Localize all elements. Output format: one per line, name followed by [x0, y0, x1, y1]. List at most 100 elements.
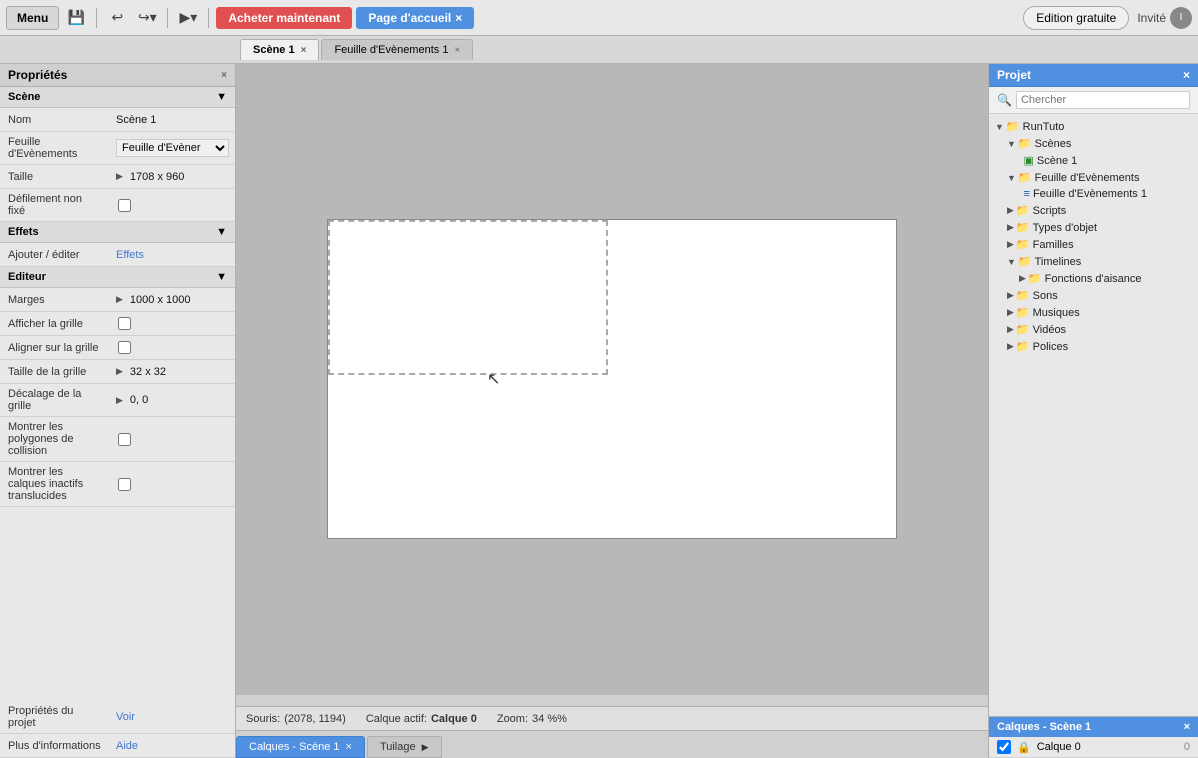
- souris-label: Souris:: [246, 713, 280, 725]
- prop-more-info-link[interactable]: Aide: [116, 740, 138, 752]
- tree-item-types[interactable]: ▶ 📁 Types d'objet: [989, 219, 1198, 236]
- tree-item-runtuto[interactable]: ▼ 📁 RunTuto: [989, 118, 1198, 135]
- prop-taille-value[interactable]: ▶ 1708 x 960: [110, 167, 235, 187]
- acheter-button[interactable]: Acheter maintenant: [216, 7, 352, 29]
- calques-checkbox-0[interactable]: [997, 740, 1011, 754]
- folder-icon-feuille: 📁: [1018, 171, 1032, 184]
- prop-calques-inactifs-checkbox[interactable]: [118, 478, 131, 491]
- prop-taille-arrow: ▶: [116, 171, 123, 182]
- prop-feuille-value[interactable]: Feuille d'Evèner: [110, 135, 235, 161]
- separator-3: [208, 8, 209, 28]
- menu-button[interactable]: Menu: [6, 6, 59, 30]
- tree-item-scripts[interactable]: ▶ 📁 Scripts: [989, 202, 1198, 219]
- search-bar: 🔍: [989, 87, 1198, 114]
- redo-dropdown-button[interactable]: ↪▾: [134, 5, 160, 31]
- project-panel: Projet × 🔍 ▼ 📁 RunTuto ▼ 📁 Scènes: [988, 64, 1198, 758]
- bottom-tab-tuilage-label: Tuilage: [380, 741, 416, 753]
- tree-arrow-fonctions: ▶: [1019, 273, 1026, 284]
- horizontal-scrollbar[interactable]: [236, 694, 988, 706]
- prop-marges-value[interactable]: ▶ 1000 x 1000: [110, 290, 235, 310]
- prop-defilement-checkbox[interactable]: [118, 199, 131, 212]
- bottom-tab-tuilage-close[interactable]: ▶: [422, 742, 429, 753]
- tree-arrow-feuille1: [1019, 189, 1022, 199]
- accueil-close-icon[interactable]: ×: [455, 11, 462, 25]
- folder-icon-timelines: 📁: [1018, 255, 1032, 268]
- prop-decalage-grille-label: Décalage de la grille: [0, 384, 110, 416]
- tree-item-scenes[interactable]: ▼ 📁 Scènes: [989, 135, 1198, 152]
- file-icon-scene1: ▣: [1024, 154, 1034, 167]
- prop-defilement: Défilement non fixé: [0, 189, 235, 222]
- properties-close-icon[interactable]: ×: [221, 70, 227, 81]
- prop-afficher-grille-checkbox[interactable]: [118, 317, 131, 330]
- lock-icon-0: 🔒: [1017, 741, 1031, 754]
- prop-nom-label: Nom: [0, 110, 110, 130]
- prop-effets-link[interactable]: Effets: [116, 249, 144, 261]
- effects-section-header[interactable]: Effets ▼: [0, 222, 235, 243]
- prop-more-info-value: Aide: [110, 736, 235, 756]
- canvas-area[interactable]: ↖: [236, 64, 988, 694]
- folder-icon-familles: 📁: [1016, 238, 1030, 251]
- tree-item-musiques[interactable]: ▶ 📁 Musiques: [989, 304, 1198, 321]
- prop-polygones-checkbox[interactable]: [118, 433, 131, 446]
- prop-marges-arrow: ▶: [116, 294, 123, 305]
- tree-item-fonctions[interactable]: ▶ 📁 Fonctions d'aisance: [989, 270, 1198, 287]
- bottom-tab-calques-label: Calques - Scène 1: [249, 741, 340, 753]
- tab-scene1-close[interactable]: ×: [301, 45, 307, 56]
- accueil-button[interactable]: Page d'accueil ×: [356, 7, 474, 29]
- bottom-tab-calques-close[interactable]: ×: [346, 741, 352, 753]
- avatar[interactable]: I: [1170, 7, 1192, 29]
- prop-decalage-grille-text: 0, 0: [130, 394, 148, 406]
- bottom-tab-calques[interactable]: Calques - Scène 1 ×: [236, 736, 365, 758]
- prop-decalage-grille-value[interactable]: ▶ 0, 0: [110, 390, 235, 410]
- calques-close-icon[interactable]: ×: [1184, 721, 1190, 733]
- tab-events1[interactable]: Feuille d'Evènements 1 ×: [321, 39, 473, 60]
- editor-section-header[interactable]: Editeur ▼: [0, 267, 235, 288]
- tree-arrow-timelines: ▼: [1007, 257, 1016, 267]
- play-button[interactable]: ▶▾: [175, 5, 201, 31]
- tree-label-scene1: Scène 1: [1037, 155, 1077, 167]
- calques-header: Calques - Scène 1 ×: [989, 717, 1198, 737]
- tree-item-polices[interactable]: ▶ 📁 Polices: [989, 338, 1198, 355]
- tree-arrow-musiques: ▶: [1007, 307, 1014, 318]
- prop-project-props-link[interactable]: Voir: [116, 711, 135, 723]
- tree-item-scene1[interactable]: ▣ Scène 1: [989, 152, 1198, 169]
- prop-taille-grille-text: 32 x 32: [130, 366, 166, 378]
- save-button[interactable]: 💾: [63, 5, 89, 31]
- calque-value: Calque 0: [431, 713, 477, 725]
- invite-label: Invité: [1137, 11, 1166, 25]
- edition-button[interactable]: Edition gratuite: [1023, 6, 1129, 30]
- tree-item-sons[interactable]: ▶ 📁 Sons: [989, 287, 1198, 304]
- prop-effets-value: Effets: [110, 245, 235, 265]
- tree-item-videos[interactable]: ▶ 📁 Vidéos: [989, 321, 1198, 338]
- bottom-tab-tuilage[interactable]: Tuilage ▶: [367, 736, 442, 758]
- prop-aligner-grille-value: [110, 337, 235, 358]
- statusbar-calque: Calque actif: Calque 0: [366, 713, 477, 725]
- tab-scene1[interactable]: Scène 1 ×: [240, 39, 319, 60]
- prop-aligner-grille: Aligner sur la grille: [0, 336, 235, 360]
- tree-arrow-polices: ▶: [1007, 341, 1014, 352]
- prop-aligner-grille-checkbox[interactable]: [118, 341, 131, 354]
- scene-canvas[interactable]: ↖: [327, 219, 897, 539]
- scene-section-header[interactable]: Scène ▼: [0, 87, 235, 108]
- statusbar-zoom: Zoom: 34 %%: [497, 713, 567, 725]
- tree-item-familles[interactable]: ▶ 📁 Familles: [989, 236, 1198, 253]
- tree-label-types: Types d'objet: [1033, 222, 1097, 234]
- folder-icon-runtuto: 📁: [1006, 120, 1020, 133]
- tree-arrow-familles: ▶: [1007, 239, 1014, 250]
- project-close-icon[interactable]: ×: [1183, 68, 1190, 82]
- zoom-value: 34 %%: [532, 713, 567, 725]
- tree-arrow-runtuto: ▼: [995, 122, 1004, 132]
- tree-item-timelines[interactable]: ▼ 📁 Timelines: [989, 253, 1198, 270]
- prop-taille-grille-value[interactable]: ▶ 32 x 32: [110, 362, 235, 382]
- search-input[interactable]: [1016, 91, 1190, 109]
- tree-item-feuille1[interactable]: ≡ Feuille d'Evènements 1: [989, 186, 1198, 202]
- folder-icon-musiques: 📁: [1016, 306, 1030, 319]
- project-tree: ▼ 📁 RunTuto ▼ 📁 Scènes ▣ Scène 1 ▼: [989, 114, 1198, 716]
- prop-taille-grille: Taille de la grille ▶ 32 x 32: [0, 360, 235, 384]
- prop-feuille-select[interactable]: Feuille d'Evèner: [116, 139, 229, 157]
- tree-item-feuille-folder[interactable]: ▼ 📁 Feuille d'Evènements: [989, 169, 1198, 186]
- calques-count-0: 0: [1184, 741, 1190, 753]
- tab-events1-close[interactable]: ×: [454, 45, 460, 56]
- statusbar-souris: Souris: (2078, 1194): [246, 713, 346, 725]
- undo-button[interactable]: ↩: [104, 5, 130, 31]
